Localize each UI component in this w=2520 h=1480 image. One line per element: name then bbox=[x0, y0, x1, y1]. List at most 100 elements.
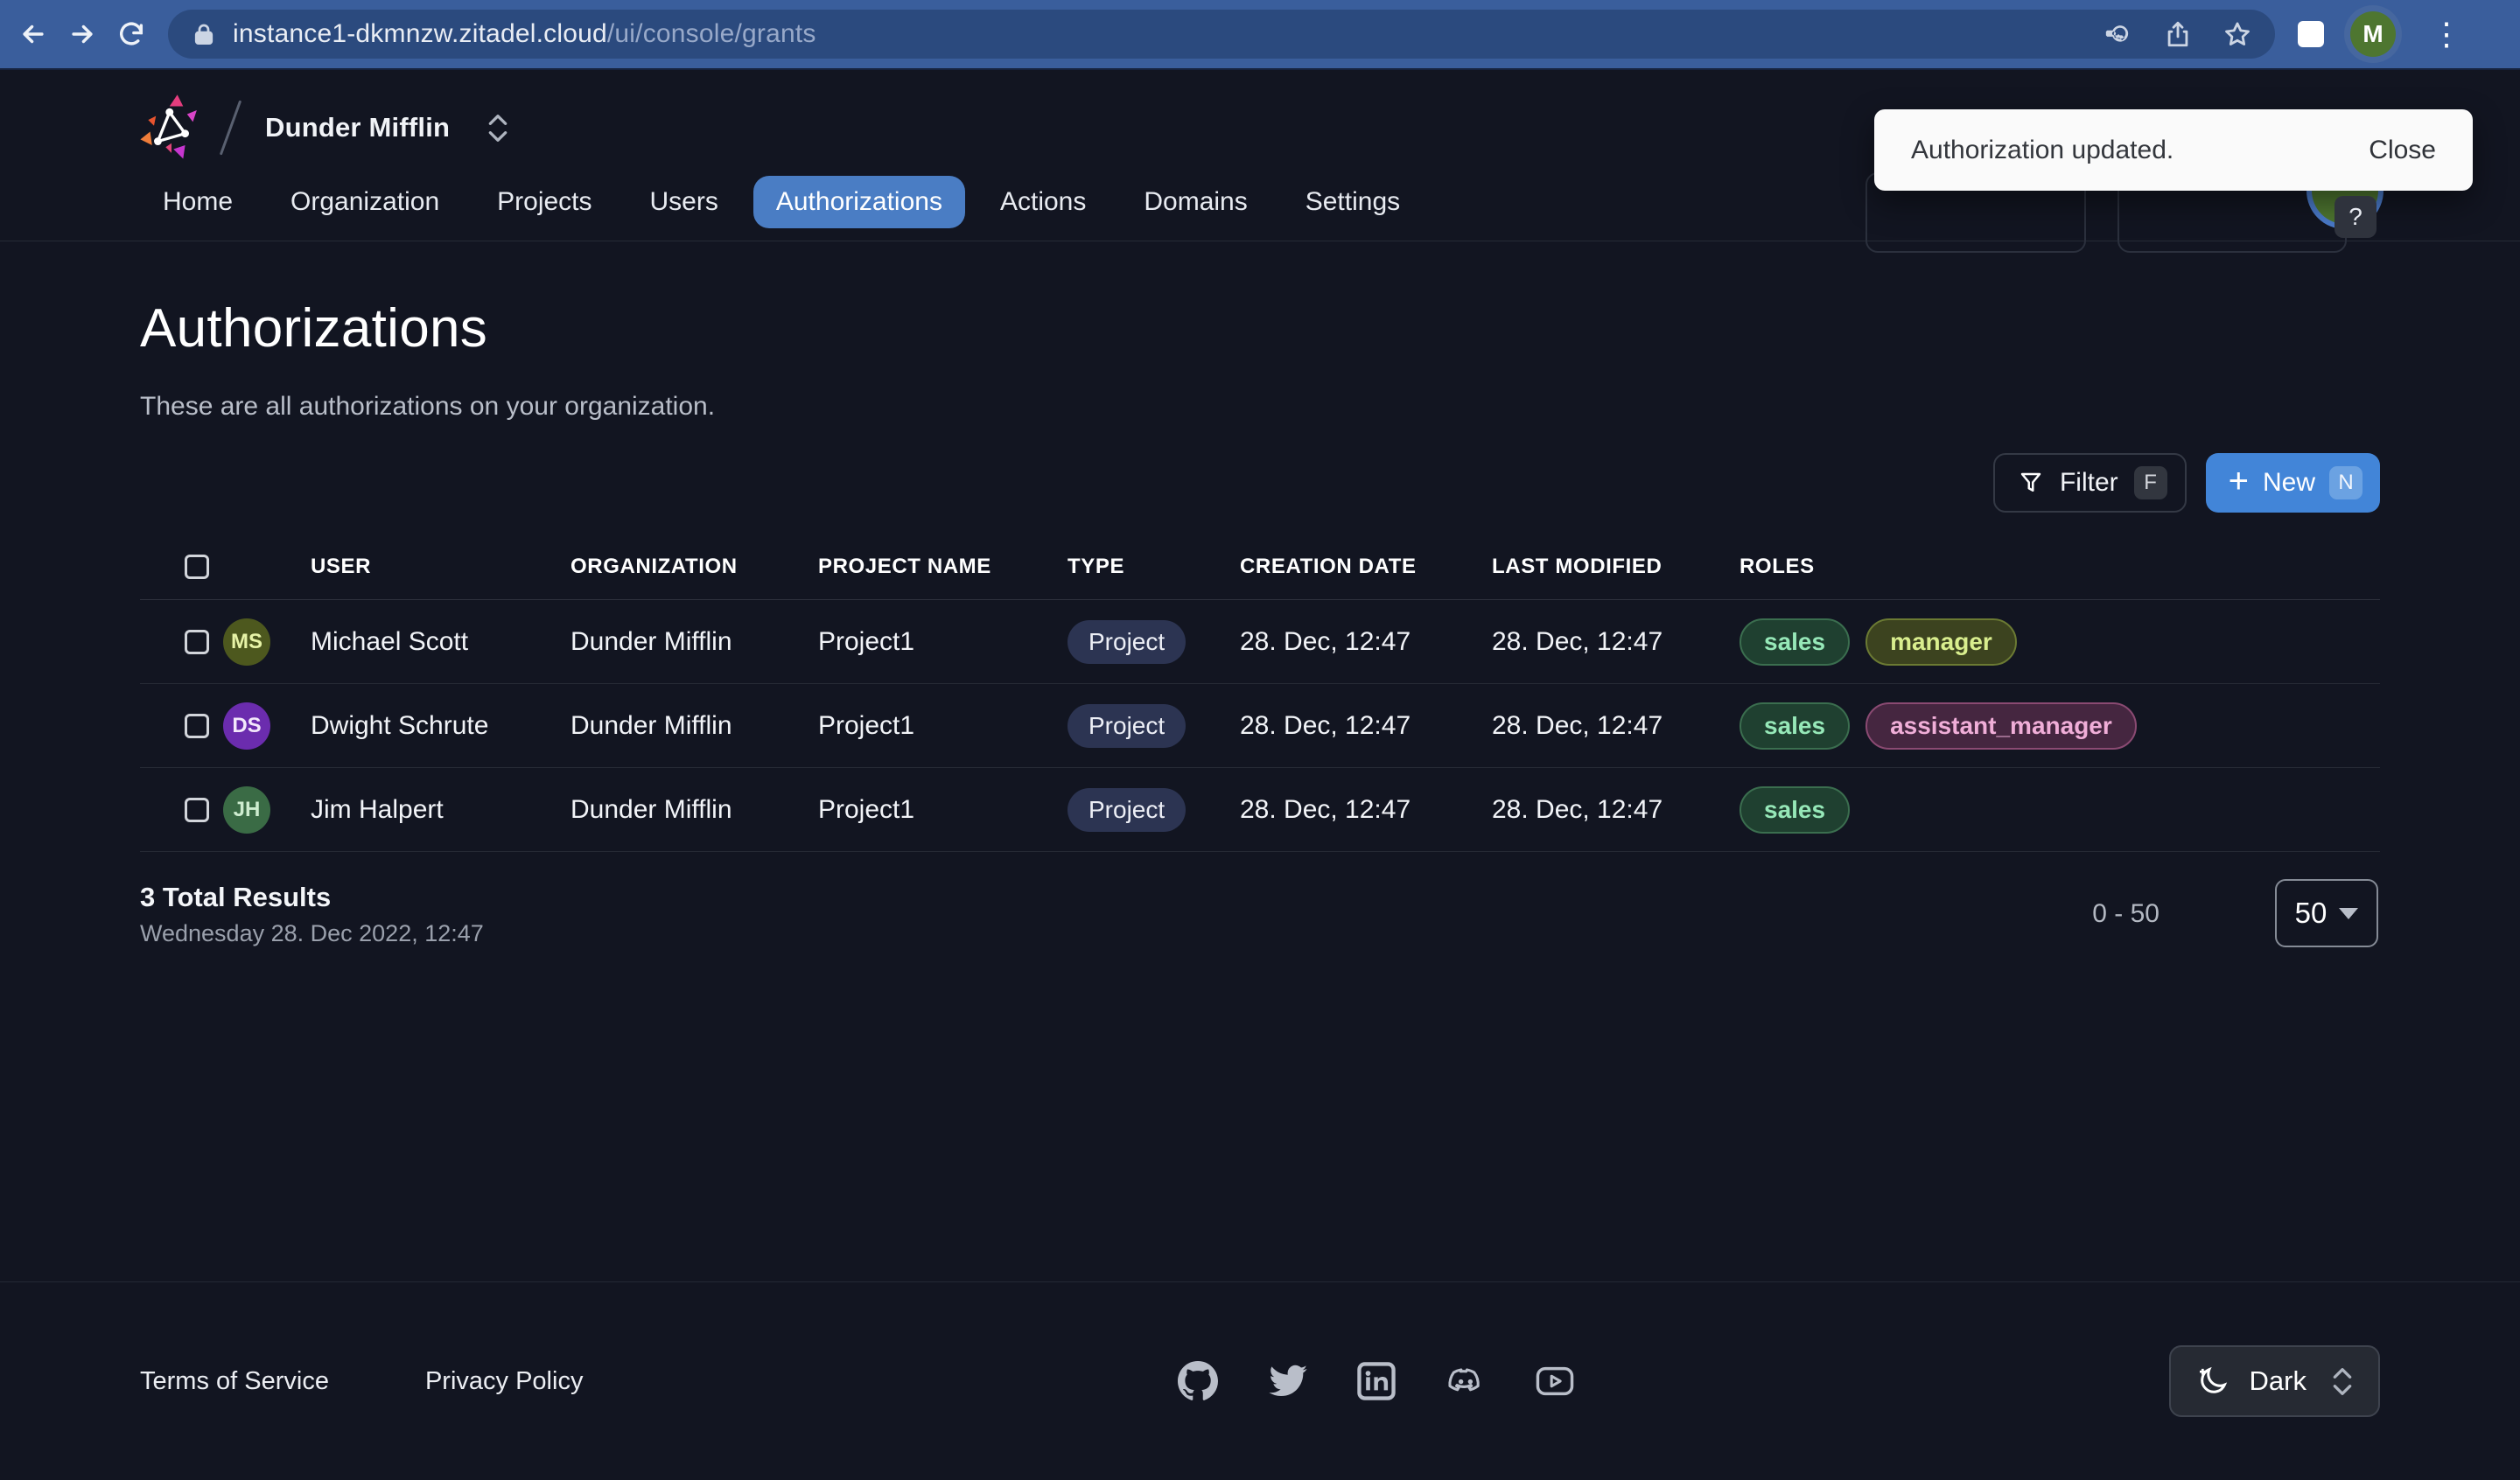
new-button[interactable]: + New N bbox=[2205, 453, 2380, 513]
cell-organization: Dunder Mifflin bbox=[570, 710, 732, 740]
cell-roles: sales manager bbox=[1740, 618, 2380, 666]
table-row[interactable]: MS Michael Scott Dunder Mifflin Project1… bbox=[140, 600, 2380, 684]
browser-forward-button[interactable] bbox=[58, 10, 107, 59]
filter-funnel-icon bbox=[2020, 472, 2041, 492]
cell-roles: sales assistant_manager bbox=[1740, 702, 2380, 750]
page-subtitle: These are all authorizations on your org… bbox=[140, 392, 716, 421]
tab-settings[interactable]: Settings bbox=[1283, 176, 1423, 228]
address-bar[interactable]: instance1-dkmnzw.zitadel.cloud/ui/consol… bbox=[168, 10, 2275, 59]
avatar: JH bbox=[223, 785, 270, 834]
filter-shortcut-badge: F bbox=[2133, 466, 2167, 499]
tab-authorizations[interactable]: Authorizations bbox=[752, 176, 965, 228]
main-nav: Home Organization Projects Users Authori… bbox=[140, 176, 1423, 228]
bookmark-star-icon[interactable] bbox=[2222, 19, 2252, 49]
page-size-select[interactable]: 50 bbox=[2275, 879, 2378, 947]
cell-user: Dwight Schrute bbox=[311, 710, 489, 740]
twitter-icon[interactable] bbox=[1267, 1361, 1307, 1401]
new-shortcut-badge: N bbox=[2329, 466, 2362, 499]
cell-last-modified: 28. Dec, 12:47 bbox=[1492, 794, 1663, 824]
page-range: 0 - 50 bbox=[2092, 899, 2160, 928]
avatar: MS bbox=[223, 618, 270, 666]
tab-organization[interactable]: Organization bbox=[268, 176, 462, 228]
tab-users[interactable]: Users bbox=[627, 176, 741, 228]
cell-project: Project1 bbox=[818, 794, 915, 824]
table-header-row: USER ORGANIZATION PROJECT NAME TYPE CREA… bbox=[140, 534, 2380, 600]
cell-project: Project1 bbox=[818, 710, 915, 740]
new-label: New bbox=[2262, 468, 2315, 497]
role-badge: manager bbox=[1866, 618, 2017, 666]
chevron-down-icon bbox=[2339, 907, 2359, 919]
share-icon[interactable] bbox=[2163, 19, 2193, 49]
table-row[interactable]: JH Jim Halpert Dunder Mifflin Project1 P… bbox=[140, 768, 2380, 852]
theme-label: Dark bbox=[2249, 1365, 2306, 1396]
row-checkbox[interactable] bbox=[185, 629, 209, 654]
page-title: Authorizations bbox=[140, 298, 488, 359]
github-icon[interactable] bbox=[1177, 1361, 1218, 1401]
role-badge: sales bbox=[1740, 618, 1851, 666]
role-badge: assistant_manager bbox=[1866, 702, 2137, 750]
lock-icon bbox=[194, 24, 214, 45]
browser-reload-button[interactable] bbox=[107, 10, 156, 59]
column-organization: ORGANIZATION bbox=[570, 554, 738, 578]
youtube-icon[interactable] bbox=[1535, 1361, 1575, 1401]
privacy-policy-link[interactable]: Privacy Policy bbox=[425, 1367, 584, 1396]
arrow-left-icon bbox=[23, 24, 44, 44]
arrow-right-icon bbox=[72, 24, 93, 44]
cell-creation-date: 28. Dec, 12:47 bbox=[1240, 710, 1411, 740]
cell-creation-date: 28. Dec, 12:47 bbox=[1240, 626, 1411, 656]
help-button[interactable]: ? bbox=[2334, 196, 2376, 238]
footer-links: Terms of Service Privacy Policy bbox=[140, 1367, 583, 1396]
tab-actions[interactable]: Actions bbox=[977, 176, 1109, 228]
column-last-modified: LAST MODIFIED bbox=[1492, 554, 1662, 578]
cell-last-modified: 28. Dec, 12:47 bbox=[1492, 710, 1663, 740]
browser-profile-avatar[interactable]: M bbox=[2350, 11, 2396, 57]
row-checkbox[interactable] bbox=[185, 713, 209, 738]
toast-close-button[interactable]: Close bbox=[2369, 136, 2436, 165]
terms-of-service-link[interactable]: Terms of Service bbox=[140, 1367, 329, 1396]
org-switcher-label[interactable]: Dunder Mifflin bbox=[265, 112, 450, 143]
column-project-name: PROJECT NAME bbox=[818, 554, 991, 578]
footer: Terms of Service Privacy Policy Dark bbox=[0, 1281, 2520, 1480]
browser-menu-icon[interactable]: ⋮ bbox=[2422, 18, 2471, 50]
brand-divider bbox=[219, 100, 242, 156]
column-roles: ROLES bbox=[1740, 554, 1815, 578]
url-path: /ui/console/grants bbox=[606, 19, 816, 48]
org-switcher-unfold-icon[interactable] bbox=[486, 114, 509, 143]
browser-back-button[interactable] bbox=[9, 10, 58, 59]
side-panel-icon[interactable] bbox=[2298, 21, 2324, 47]
cell-project: Project1 bbox=[818, 626, 915, 656]
discord-icon[interactable] bbox=[1446, 1361, 1486, 1401]
cell-roles: sales bbox=[1740, 785, 2380, 834]
role-badge: sales bbox=[1740, 702, 1851, 750]
password-key-icon[interactable] bbox=[2104, 19, 2133, 49]
tab-home[interactable]: Home bbox=[140, 176, 256, 228]
cell-organization: Dunder Mifflin bbox=[570, 794, 732, 824]
filter-button[interactable]: Filter F bbox=[1992, 453, 2187, 513]
type-badge: Project bbox=[1068, 619, 1186, 664]
theme-selector[interactable]: Dark bbox=[2168, 1345, 2380, 1417]
toast-notification: Authorization updated. Close bbox=[1874, 109, 2473, 191]
cell-user: Michael Scott bbox=[311, 626, 469, 656]
address-bar-actions bbox=[2104, 19, 2252, 49]
table-toolbar: Filter F + New N bbox=[1992, 453, 2380, 513]
moon-icon bbox=[2199, 1366, 2227, 1393]
toast-message: Authorization updated. bbox=[1911, 135, 2174, 164]
type-badge: Project bbox=[1068, 787, 1186, 832]
cell-organization: Dunder Mifflin bbox=[570, 626, 732, 656]
tab-projects[interactable]: Projects bbox=[474, 176, 614, 228]
column-user: USER bbox=[311, 554, 372, 578]
filter-label: Filter bbox=[2059, 468, 2118, 497]
row-checkbox[interactable] bbox=[185, 797, 209, 822]
browser-right-controls: M ⋮ bbox=[2298, 11, 2471, 57]
url-host: instance1-dkmnzw.zitadel.cloud bbox=[233, 19, 607, 48]
tab-domains[interactable]: Domains bbox=[1121, 176, 1270, 228]
url-text: instance1-dkmnzw.zitadel.cloud/ui/consol… bbox=[233, 19, 2104, 49]
table-row[interactable]: DS Dwight Schrute Dunder Mifflin Project… bbox=[140, 684, 2380, 768]
theme-unfold-icon bbox=[2331, 1367, 2354, 1396]
brand-row: Dunder Mifflin bbox=[140, 84, 509, 171]
linkedin-icon[interactable] bbox=[1356, 1361, 1396, 1401]
zitadel-logo-icon[interactable] bbox=[140, 93, 203, 163]
results-summary: 3 Total Results Wednesday 28. Dec 2022, … bbox=[140, 882, 484, 947]
select-all-checkbox[interactable] bbox=[185, 554, 209, 579]
results-timestamp: Wednesday 28. Dec 2022, 12:47 bbox=[140, 920, 484, 946]
